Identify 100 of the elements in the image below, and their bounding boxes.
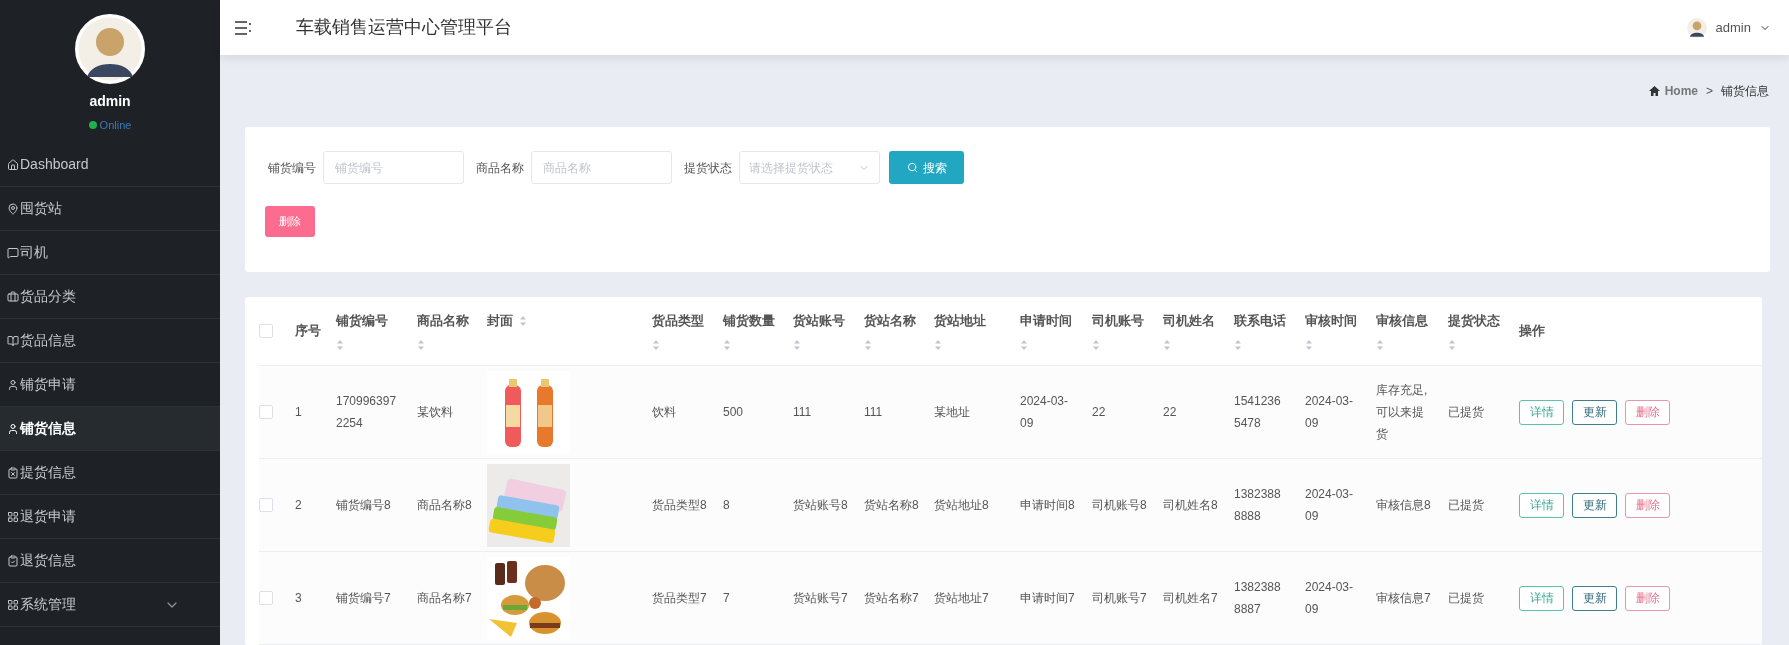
sort-icon[interactable] — [652, 338, 660, 351]
search-icon — [906, 162, 918, 173]
sort-icon[interactable] — [336, 338, 344, 351]
menu-item[interactable]: 货品信息 — [0, 319, 220, 363]
sort-icon[interactable] — [417, 338, 425, 351]
sort-icon[interactable] — [1448, 338, 1456, 351]
table-cell-text: 货站名称8 — [864, 497, 919, 514]
column-header[interactable]: 货站账号 — [793, 311, 845, 331]
sort-icon[interactable] — [723, 338, 731, 351]
menu-item[interactable]: Dashboard — [0, 143, 220, 187]
update-button[interactable]: 更新 — [1572, 399, 1617, 425]
column-header: 序号 — [295, 322, 321, 341]
checkbox[interactable] — [259, 405, 273, 419]
checkbox[interactable] — [259, 498, 273, 512]
app-title: 车载销售运营中心管理平台 — [296, 16, 512, 39]
sort-icon[interactable] — [793, 338, 801, 351]
column-header[interactable]: 司机姓名 — [1163, 311, 1215, 331]
clipboard-icon — [7, 554, 19, 567]
breadcrumb-link[interactable]: Home — [1664, 82, 1698, 100]
briefcase-icon — [7, 290, 19, 303]
table-cell-text: 申请时间7 — [1020, 590, 1076, 607]
table-cell-text: 22 — [1163, 404, 1177, 421]
table-cell-text: 已提货 — [1448, 590, 1484, 607]
user-icon — [7, 422, 19, 435]
table-cell-text: 司机姓名7 — [1163, 590, 1218, 607]
sort-icon[interactable] — [864, 338, 872, 351]
table-cell-text: 1 — [295, 404, 302, 421]
sort-icon[interactable] — [1163, 338, 1171, 351]
breadcrumb-separator: > — [1706, 83, 1713, 100]
update-button[interactable]: 更新 — [1572, 585, 1617, 611]
column-header[interactable]: 铺货数量 — [723, 311, 775, 331]
menu-item[interactable]: 退货信息 — [0, 539, 220, 583]
table-cell-text: 商品名称7 — [417, 590, 472, 607]
chat-icon — [7, 246, 19, 259]
user-menu[interactable]: admin — [1715, 17, 1751, 38]
sort-icon[interactable] — [1234, 338, 1242, 351]
input-field[interactable]: 商品名称 — [531, 151, 672, 184]
home-icon — [7, 158, 19, 171]
menu-item[interactable]: 货品分类 — [0, 275, 220, 319]
table-cell-text: 货站地址7 — [934, 590, 989, 607]
table-cell-text: 2024-03-09 — [1305, 393, 1355, 432]
sort-icon[interactable] — [1376, 338, 1384, 351]
sort-icon[interactable] — [1092, 338, 1100, 351]
table-cell-text: 库存充足,可以来提货 — [1376, 382, 1429, 443]
column-header[interactable]: 申请时间 — [1020, 311, 1072, 331]
menu-item[interactable]: 提货信息 — [0, 451, 220, 495]
column-header[interactable]: 司机账号 — [1092, 311, 1144, 331]
checkbox[interactable] — [259, 591, 273, 605]
table-cell-text: 司机姓名8 — [1163, 497, 1218, 514]
field-label: 提货状态 — [684, 159, 732, 177]
checkbox[interactable] — [259, 324, 273, 338]
sort-icon[interactable] — [934, 338, 942, 351]
status-text: Online — [99, 118, 132, 133]
grid-icon — [7, 510, 19, 523]
table-cell-text: 111 — [793, 404, 812, 421]
sort-icon[interactable] — [519, 314, 527, 327]
update-button[interactable]: 更新 — [1572, 492, 1617, 518]
menu-item[interactable]: 系统管理 — [0, 583, 220, 627]
user-avatar — [1685, 16, 1708, 39]
table-cell-text: 2 — [295, 497, 302, 514]
table-cell-text: 111 — [864, 404, 883, 421]
home-icon — [1648, 86, 1660, 96]
menu-item[interactable]: 司机 — [0, 231, 220, 275]
column-header[interactable]: 提货状态 — [1448, 311, 1500, 331]
column-header[interactable]: 货站名称 — [864, 311, 916, 331]
column-header[interactable]: 审核信息 — [1376, 311, 1428, 331]
grid-icon — [7, 598, 19, 611]
table-cell-text: 货站地址8 — [934, 497, 989, 514]
column-header: 操作 — [1519, 322, 1545, 341]
user-icon — [7, 378, 19, 391]
sort-icon[interactable] — [1020, 338, 1028, 351]
table-cell-text: 铺货编号7 — [336, 590, 392, 607]
table-cell-text: 申请时间8 — [1020, 497, 1076, 514]
breadcrumb-current: 铺货信息 — [1721, 83, 1769, 100]
avatar — [75, 14, 145, 84]
sort-icon[interactable] — [1305, 338, 1313, 351]
table-cell-text: 已提货 — [1448, 497, 1484, 514]
table-cell-text: 已提货 — [1448, 404, 1484, 421]
book-icon — [7, 334, 19, 347]
field-label: 铺货编号 — [268, 159, 316, 177]
column-header[interactable]: 审核时间 — [1305, 311, 1357, 331]
menu-icon[interactable] — [234, 19, 252, 36]
menu-item[interactable]: 囤货站 — [0, 187, 220, 231]
table-cell-text: 1709963972254 — [336, 393, 397, 432]
table-cell-text: 8 — [723, 497, 730, 514]
table-cell-text: 货品类型8 — [652, 497, 707, 514]
menu-item[interactable]: 退货申请 — [0, 495, 220, 539]
user-name: admin — [89, 92, 131, 111]
table-cell-text: 13823888887 — [1234, 579, 1282, 618]
column-header[interactable]: 联系电话 — [1234, 311, 1286, 331]
menu-item[interactable]: 铺货信息 — [0, 407, 220, 451]
column-header[interactable]: 封面 — [487, 311, 513, 331]
table-cell-text: 500 — [723, 404, 744, 421]
table-cell-text: 3 — [295, 590, 302, 607]
table-cell-text: 2024-03-09 — [1305, 486, 1355, 525]
clipboard-icon — [7, 466, 19, 479]
column-header[interactable]: 货品类型 — [652, 311, 704, 331]
column-header[interactable]: 商品名称 — [417, 311, 469, 331]
column-header[interactable]: 铺货编号 — [336, 311, 388, 331]
column-header[interactable]: 货站地址 — [934, 311, 986, 331]
